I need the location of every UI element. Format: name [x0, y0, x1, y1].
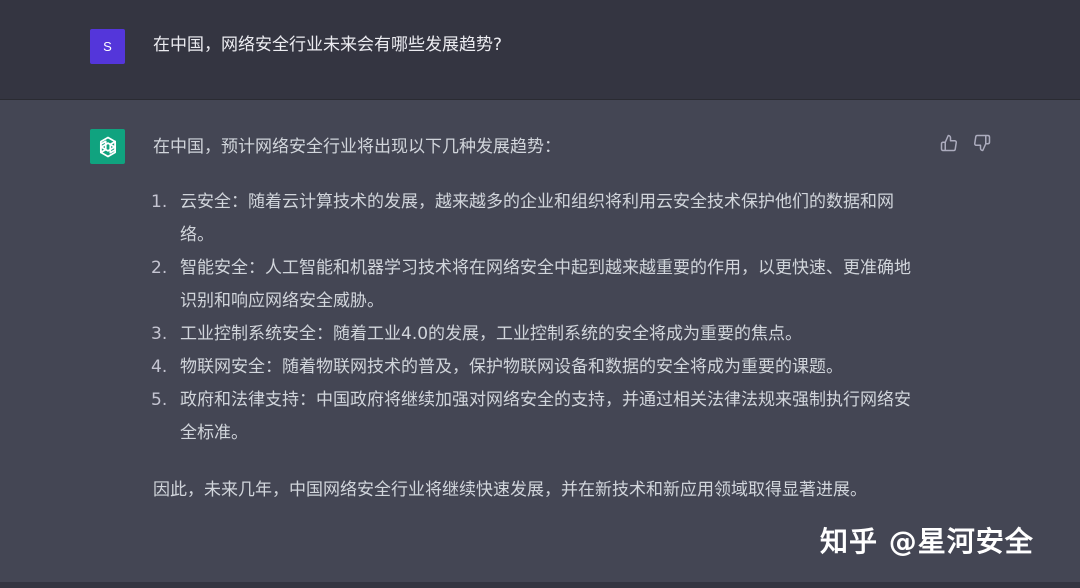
- thumbs-up-button[interactable]: [939, 133, 959, 153]
- list-item-text: 政府和法律支持：中国政府将继续加强对网络安全的支持，并通过相关法律法规来强制执行…: [180, 390, 911, 443]
- user-avatar-letter: S: [103, 39, 112, 54]
- thumbs-down-button[interactable]: [972, 133, 992, 153]
- thumbs-down-icon: [974, 134, 991, 152]
- list-item-number: 2.: [151, 258, 168, 278]
- list-item: 3. 工业控制系统安全：随着工业4.0的发展，工业控制系统的安全将成为重要的焦点…: [151, 318, 920, 351]
- openai-logo-icon: [99, 136, 116, 157]
- trend-list: 1. 云安全：随着云计算技术的发展，越来越多的企业和组织将利用云安全技术保护他们…: [151, 186, 933, 450]
- list-item-text: 工业控制系统安全：随着工业4.0的发展，工业控制系统的安全将成为重要的焦点。: [180, 324, 803, 344]
- answer-intro: 在中国，预计网络安全行业将出现以下几种发展趋势：: [153, 137, 561, 157]
- bottom-divider: [0, 582, 1080, 588]
- user-message-row: S 在中国，网络安全行业未来会有哪些发展趋势?: [0, 0, 1080, 100]
- list-item: 2. 智能安全：人工智能和机器学习技术将在网络安全中起到越来越重要的作用，以更快…: [151, 252, 920, 318]
- thumbs-up-icon: [940, 134, 957, 152]
- user-prompt-text: 在中国，网络安全行业未来会有哪些发展趋势?: [153, 35, 503, 55]
- list-item-number: 1.: [151, 192, 168, 212]
- list-item-text: 物联网安全：随着物联网技术的普及，保护物联网设备和数据的安全将成为重要的课题。: [180, 357, 843, 377]
- assistant-answer: 在中国，预计网络安全行业将出现以下几种发展趋势： 1. 云安全：随着云计算技术的…: [151, 131, 933, 507]
- assistant-message-row: 在中国，预计网络安全行业将出现以下几种发展趋势： 1. 云安全：随着云计算技术的…: [0, 100, 1080, 588]
- assistant-avatar: [90, 129, 125, 164]
- list-item-number: 3.: [151, 324, 168, 344]
- list-item-number: 4.: [151, 357, 168, 377]
- list-item-text: 云安全：随着云计算技术的发展，越来越多的企业和组织将利用云安全技术保护他们的数据…: [180, 192, 894, 245]
- answer-conclusion: 因此，未来几年，中国网络安全行业将继续快速发展，并在新技术和新应用领域取得显著进…: [153, 480, 867, 500]
- list-item-text: 智能安全：人工智能和机器学习技术将在网络安全中起到越来越重要的作用，以更快速、更…: [180, 258, 911, 311]
- list-item-number: 5.: [151, 390, 168, 410]
- list-item: 1. 云安全：随着云计算技术的发展，越来越多的企业和组织将利用云安全技术保护他们…: [151, 186, 920, 252]
- user-avatar: S: [90, 29, 125, 64]
- list-item: 5. 政府和法律支持：中国政府将继续加强对网络安全的支持，并通过相关法律法规来强…: [151, 384, 920, 450]
- list-item: 4. 物联网安全：随着物联网技术的普及，保护物联网设备和数据的安全将成为重要的课…: [151, 351, 920, 384]
- zhihu-watermark: 知乎 @星河安全: [820, 525, 1034, 558]
